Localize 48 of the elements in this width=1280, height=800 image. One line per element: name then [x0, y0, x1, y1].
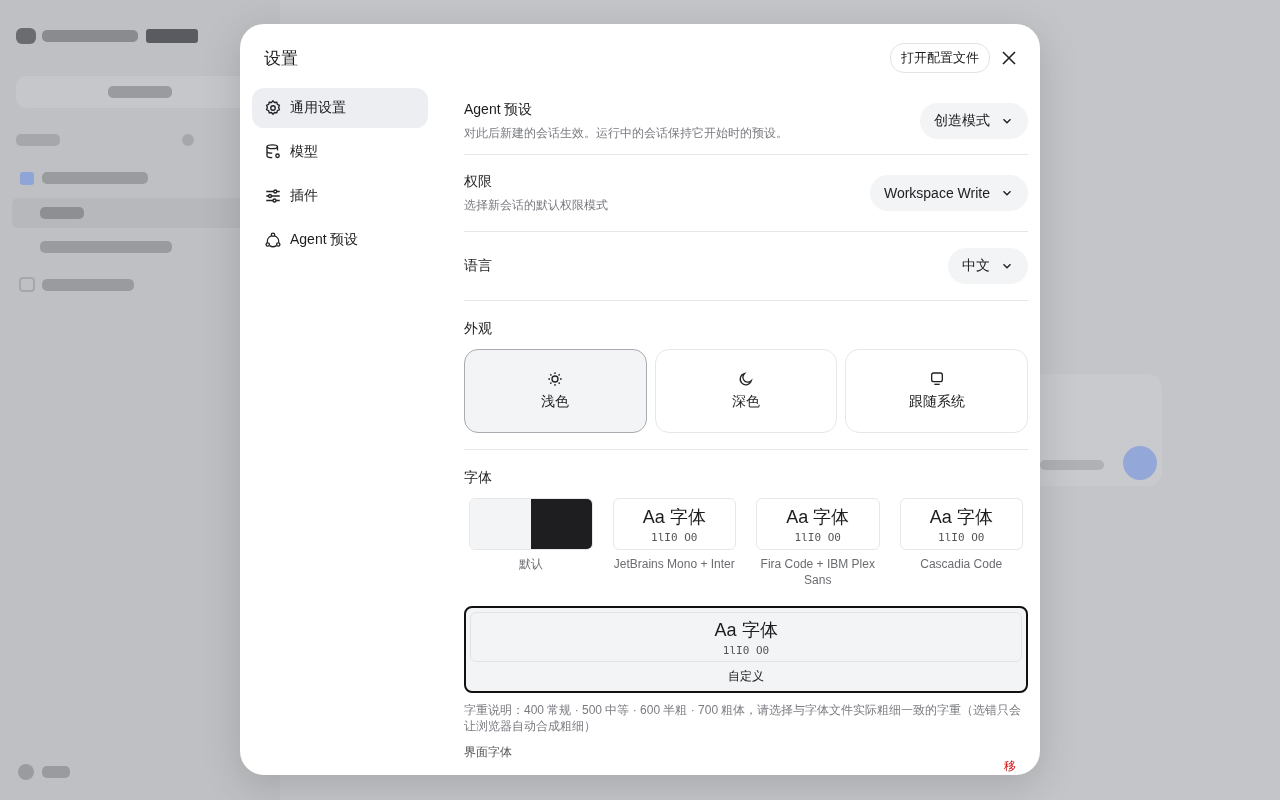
code-sample: 1lI0 O0	[794, 530, 841, 544]
nav-item[interactable]: Agent 预设	[252, 220, 428, 260]
network-icon	[264, 231, 282, 249]
section-title: 外观	[464, 319, 493, 338]
theme-option[interactable]: 浅色	[464, 349, 647, 433]
setting-description: 选择新会话的默认权限模式	[464, 196, 608, 214]
dropdown[interactable]: 创造模式	[920, 103, 1028, 139]
theme-option[interactable]: 跟随系统	[845, 349, 1028, 433]
dialog-title: 设置	[264, 47, 299, 70]
nav-item[interactable]: 模型	[252, 132, 428, 172]
close-icon[interactable]	[1002, 51, 1016, 65]
section-title: 字体	[464, 468, 493, 487]
font-sample: Aa 字体	[786, 505, 850, 529]
setting-label: 权限	[464, 172, 493, 191]
font-sample: Aa 字体	[642, 505, 706, 529]
font-label: 默认	[518, 556, 543, 572]
monitor-icon	[928, 371, 945, 387]
font-sample: Aa 字体	[929, 505, 993, 529]
sliders-icon	[264, 187, 282, 205]
weight-note: 字重说明：400 常规 · 500 中等 · 600 半粗 · 700 粗体，请选择与字体文件实际粗细一致的字重（选错只会让浏览器自动合成粗细）	[464, 702, 1023, 734]
dropdown[interactable]: 中文	[948, 248, 1028, 284]
font-card[interactable]: Aa 字体 1lI0 O0	[612, 498, 736, 550]
custom-font-card[interactable]: Aa 字体 1lI0 O0 自定义	[464, 606, 1028, 693]
remove-link[interactable]: 移	[1004, 758, 1016, 775]
code-sample: 1lI0 O0	[722, 643, 770, 657]
font-card[interactable]: Aa 字体 1lI0 O0	[899, 498, 1023, 550]
code-sample: 1lI0 O0	[651, 530, 698, 544]
moon-icon	[738, 371, 754, 387]
setting-description: 对此后新建的会话生效。运行中的会话保持它开始时的预设。	[464, 124, 788, 142]
ui-font-label: 界面字体	[464, 744, 512, 761]
dropdown[interactable]: Workspace Write	[869, 175, 1028, 211]
theme-option[interactable]: 深色	[654, 349, 838, 433]
setting-label: Agent 预设	[464, 100, 534, 119]
settings-icon	[264, 99, 282, 117]
font-label: Fira Code + IBM Plex Sans	[759, 556, 876, 588]
font-label: 自定义	[728, 668, 764, 685]
database-icon	[264, 143, 282, 161]
font-label: JetBrains Mono + Inter	[613, 556, 735, 572]
open-config-button[interactable]: 打开配置文件	[890, 43, 990, 73]
setting-label: 语言	[464, 257, 492, 275]
font-swatch[interactable]	[469, 498, 593, 550]
nav-item[interactable]: 通用设置	[252, 88, 428, 128]
code-sample: 1lI0 O0	[938, 530, 985, 544]
nav-item[interactable]: 插件	[252, 176, 428, 216]
font-card[interactable]: Aa 字体 1lI0 O0	[756, 498, 880, 550]
sun-icon	[547, 371, 564, 387]
font-sample: Aa 字体	[714, 618, 778, 642]
font-label: Cascadia Code	[920, 556, 1003, 572]
